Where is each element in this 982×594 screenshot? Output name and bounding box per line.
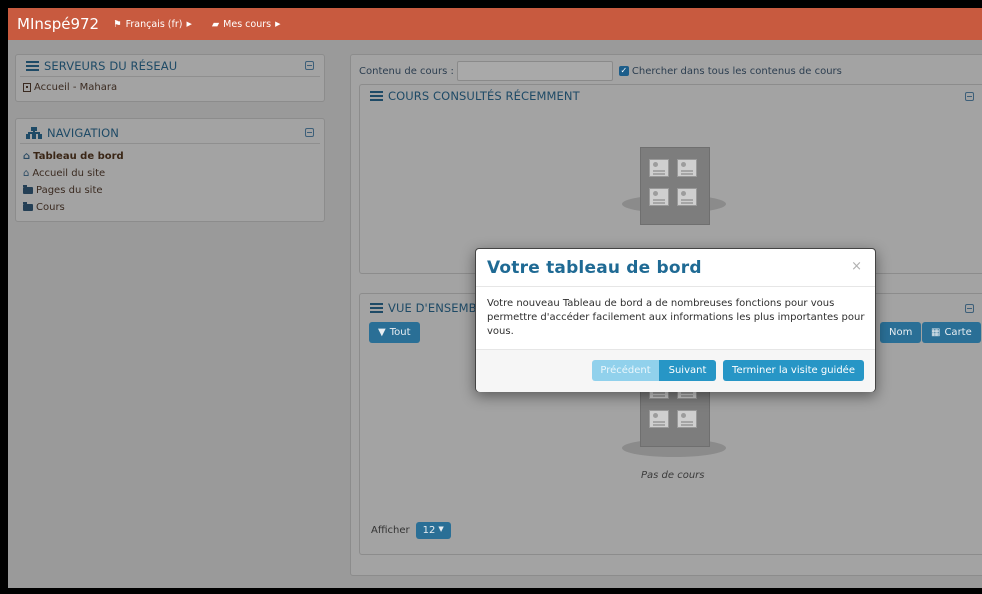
folder-icon: [23, 202, 33, 211]
flag-icon: ⚑: [113, 18, 122, 30]
folder-icon: [23, 185, 33, 194]
modal-divider: [476, 286, 875, 287]
grid-icon: ▦: [931, 327, 941, 338]
collapse-icon[interactable]: [305, 128, 314, 137]
course-search-row: Contenu de cours : ✓ Chercher dans tous …: [359, 61, 842, 81]
nav-item-dashboard[interactable]: ⌂ Tableau de bord: [21, 148, 324, 165]
nav-item-label: Tableau de bord: [33, 151, 124, 162]
language-menu[interactable]: ⚑ Français (fr) ▶: [113, 19, 192, 30]
block-title: COURS CONSULTÉS RÉCEMMENT: [388, 89, 580, 103]
home-icon: ⌂: [23, 168, 30, 179]
caret-right-icon: ▶: [186, 20, 192, 28]
site-brand[interactable]: MInspé972: [17, 15, 99, 33]
network-item-mahara[interactable]: Accueil - Mahara: [21, 79, 324, 96]
nav-item-site-home[interactable]: ⌂ Accueil du site: [21, 165, 324, 182]
browser-viewport: MInspé972 ⚑ Français (fr) ▶ ▰ Mes cours …: [8, 8, 982, 588]
collapse-icon[interactable]: [965, 91, 974, 101]
tour-modal-title: Votre tableau de bord: [487, 258, 702, 278]
collapse-icon[interactable]: [965, 303, 974, 313]
sort-name-label: Nom: [889, 327, 913, 338]
server-icon: [23, 83, 31, 92]
block-title: NAVIGATION: [47, 125, 119, 140]
block-header: NAVIGATION: [20, 122, 320, 144]
collapse-icon[interactable]: [305, 61, 314, 70]
tour-modal: Votre tableau de bord × Votre nouveau Ta…: [475, 248, 876, 392]
end-tour-button[interactable]: Terminer la visite guidée: [723, 360, 864, 381]
close-icon[interactable]: ×: [851, 259, 862, 274]
filter-all-label: Tout: [389, 327, 411, 338]
filter-all-button[interactable]: ▼ Tout: [369, 322, 420, 343]
tour-modal-body: Votre nouveau Tableau de bord a de nombr…: [487, 298, 865, 337]
block-title: SERVEURS DU RÉSEAU: [44, 58, 178, 73]
block-header: SERVEURS DU RÉSEAU: [20, 55, 320, 77]
course-search-label: Contenu de cours :: [359, 65, 454, 77]
block-header: COURS CONSULTÉS RÉCEMMENT: [364, 85, 982, 107]
home-icon: ⌂: [23, 151, 31, 162]
recent-courses-block: COURS CONSULTÉS RÉCEMMENT: [359, 84, 982, 274]
search-all-label: Chercher dans tous les contenus de cours: [631, 65, 842, 77]
navigation-block: NAVIGATION ⌂ Tableau de bord ⌂ Accueil d…: [15, 118, 325, 222]
previous-button[interactable]: Précédent: [592, 360, 659, 381]
nav-item-label: Cours: [36, 202, 65, 213]
view-card-label: Carte: [944, 327, 972, 338]
network-servers-block: SERVEURS DU RÉSEAU Accueil - Mahara: [15, 54, 325, 102]
course-search-input[interactable]: [456, 61, 613, 81]
hamburger-icon: [370, 91, 383, 101]
next-button[interactable]: Suivant: [659, 360, 716, 381]
hamburger-icon: [370, 303, 383, 313]
top-navbar: MInspé972 ⚑ Français (fr) ▶ ▰ Mes cours …: [8, 8, 982, 40]
no-courses-text: Pas de cours: [641, 470, 705, 481]
my-courses-menu[interactable]: ▰ Mes cours ▶: [212, 19, 281, 30]
sort-name-button[interactable]: Nom: [880, 322, 922, 343]
nav-item-label: Pages du site: [36, 185, 103, 196]
view-card-button[interactable]: ▦ Carte: [922, 322, 981, 343]
nav-item-courses[interactable]: Cours: [21, 199, 324, 216]
sitemap-icon: [26, 126, 42, 139]
caret-down-icon: ▼: [438, 525, 444, 533]
show-count-dropdown[interactable]: 12 ▼: [415, 522, 451, 539]
hamburger-icon: [26, 60, 39, 71]
language-label: Français (fr): [125, 18, 183, 30]
network-item-label: Accueil - Mahara: [34, 82, 118, 93]
nav-item-site-pages[interactable]: Pages du site: [21, 182, 324, 199]
show-count-value: 12: [422, 525, 436, 536]
caret-right-icon: ▶: [275, 20, 281, 28]
briefcase-icon: ▰: [211, 18, 220, 30]
show-count-row: Afficher 12 ▼: [371, 522, 451, 539]
my-courses-label: Mes cours: [223, 18, 272, 30]
show-label: Afficher: [371, 525, 410, 536]
filter-icon: ▼: [378, 327, 386, 338]
search-all-checkbox[interactable]: ✓: [618, 66, 629, 76]
nav-item-label: Accueil du site: [32, 168, 106, 179]
